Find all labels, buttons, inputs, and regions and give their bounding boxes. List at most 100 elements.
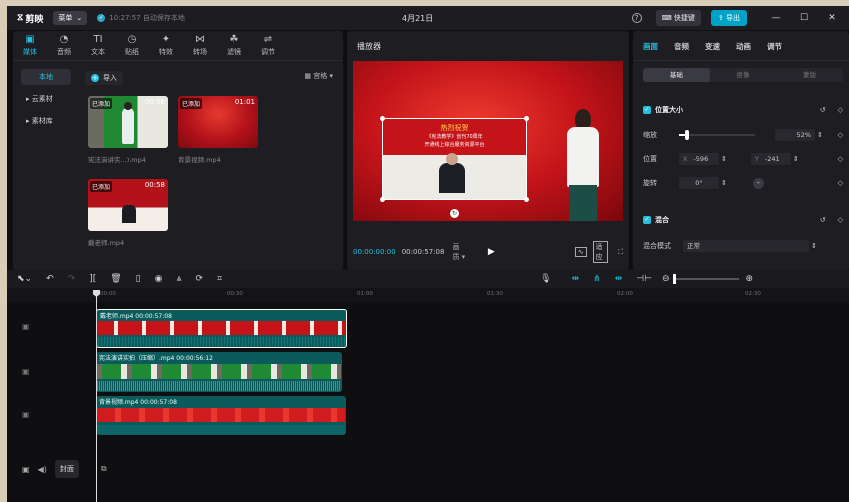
- linkage-icon[interactable]: ⇹: [615, 274, 623, 284]
- ruler-tick: 01:30: [487, 291, 503, 297]
- scale-slider-thumb[interactable]: [685, 130, 689, 140]
- shortcut-label: 快捷键: [673, 14, 695, 22]
- stepper-icon[interactable]: ⇕: [721, 155, 727, 163]
- sidebar-item-cloud[interactable]: ▸ 云素材: [21, 91, 71, 107]
- menu-button[interactable]: 菜单 ⌄: [53, 11, 88, 25]
- maximize-icon[interactable]: ☐: [793, 13, 815, 23]
- resize-handle[interactable]: [524, 116, 529, 121]
- overlay-clip[interactable]: 热烈祝贺 《宪法教学》创刊70周年 开通线上综合服务资源平台: [380, 116, 529, 202]
- keyframe-icon[interactable]: ◇: [838, 155, 843, 163]
- media-thumb-teacher[interactable]: 已添加 00:58: [88, 179, 168, 231]
- scale-value-field[interactable]: 52%: [775, 129, 815, 141]
- rotate-handle[interactable]: ↻: [450, 209, 459, 218]
- timeline-toolbar: ⬉⌄ ↶ ↷ ][ 🗑 ▯ ◉ ⩓ ⟳ ⌗ 🎙 ⇹ ⋔ ⇹ ⊣⊢ ⊖ ⊕: [7, 270, 849, 288]
- minimize-icon[interactable]: —: [765, 13, 787, 23]
- tab-animation[interactable]: 动画: [736, 41, 751, 60]
- link-icon[interactable]: ⇹: [572, 274, 580, 284]
- tab-speed[interactable]: 变速: [705, 41, 720, 60]
- tab-picture[interactable]: 画面: [643, 41, 658, 60]
- ratio-button[interactable]: 适应: [592, 241, 609, 263]
- pointer-icon[interactable]: ⬉⌄: [17, 274, 32, 284]
- tab-sticker[interactable]: ◷ 贴纸: [115, 31, 149, 60]
- stepper-icon[interactable]: ⇕: [817, 131, 823, 139]
- save-status: ✓ 10:27:57 自动保存本地: [97, 13, 185, 23]
- play-icon[interactable]: ▶: [488, 247, 495, 257]
- fullscreen-icon[interactable]: ⛶: [618, 248, 623, 257]
- export-icon: ⇪: [717, 14, 726, 22]
- tab-adjust-props[interactable]: 调节: [767, 41, 782, 60]
- timeline-clip-background[interactable]: 背景视频.mp4 00:00:57:08: [96, 396, 346, 435]
- tab-adjust[interactable]: ⇌ 调节: [251, 31, 285, 60]
- reverse-icon[interactable]: ◉: [155, 274, 163, 284]
- split-icon[interactable]: ][: [89, 274, 96, 284]
- shortcut-button[interactable]: ⌨ 快捷键: [655, 10, 701, 26]
- zoom-in-icon[interactable]: ⊕: [745, 274, 753, 284]
- tab-media[interactable]: ▣ 媒体: [13, 31, 47, 60]
- snap-icon[interactable]: ⋔: [593, 274, 601, 284]
- tab-audio[interactable]: ◔ 音频: [47, 31, 81, 60]
- y-field[interactable]: Y -241: [750, 153, 791, 165]
- tab-label: 贴纸: [125, 47, 139, 56]
- zoom-slider-thumb[interactable]: [673, 274, 677, 284]
- keyframe-icon[interactable]: ◇: [838, 179, 843, 187]
- media-thumb-speech[interactable]: 已添加 00:56: [88, 96, 168, 148]
- undo-icon[interactable]: ↶: [46, 274, 54, 284]
- mute-icon[interactable]: ◀): [38, 465, 47, 474]
- reset-icon[interactable]: ↺: [820, 106, 826, 114]
- cover-button[interactable]: 封面: [54, 460, 79, 478]
- timeline-clip-teacher[interactable]: 戴老师.mp4 00:00:57:08: [96, 309, 347, 348]
- rotation-dial-icon[interactable]: -: [752, 177, 764, 189]
- stepper-icon[interactable]: ⇕: [811, 242, 817, 250]
- keyframe-icon[interactable]: ◇: [838, 216, 843, 224]
- media-thumb-background[interactable]: 已添加 01:01: [178, 96, 258, 148]
- tab-effects[interactable]: ✦ 特效: [149, 31, 183, 60]
- tab-text[interactable]: TI 文本: [81, 31, 115, 60]
- freeze-icon[interactable]: ▯: [136, 274, 141, 284]
- quality-dropdown[interactable]: 画质 ▾: [452, 242, 465, 262]
- zoom-slider[interactable]: [673, 274, 740, 284]
- reset-icon[interactable]: ↺: [820, 216, 826, 224]
- import-button[interactable]: + 导入: [85, 71, 123, 85]
- blend-mode-select[interactable]: 正常: [683, 240, 809, 252]
- sidebar-item-library[interactable]: ▸ 素材库: [21, 113, 71, 129]
- waveform-icon[interactable]: ∿: [574, 247, 587, 257]
- video-preview[interactable]: 热烈祝贺 《宪法教学》创刊70周年 开通线上综合服务资源平台 ↻: [353, 61, 623, 221]
- blend-checkbox[interactable]: ✓: [643, 216, 651, 224]
- media-name: 戴老师.mp4: [88, 239, 125, 247]
- scale-slider[interactable]: [679, 130, 755, 140]
- tab-audio-props[interactable]: 音频: [674, 41, 689, 60]
- redo-icon[interactable]: ↷: [68, 274, 76, 284]
- delete-icon[interactable]: 🗑: [110, 274, 121, 284]
- preview-axis-icon[interactable]: ⊣⊢: [636, 274, 652, 284]
- keyframe-icon[interactable]: ◇: [838, 106, 843, 114]
- timeline-clip-speech[interactable]: 宪法演讲实拍（压缩）.mp4 00:00:56:12: [96, 352, 342, 392]
- x-field[interactable]: X -596: [679, 153, 719, 165]
- zoom-out-icon[interactable]: ⊖: [662, 274, 670, 284]
- keyframe-icon[interactable]: ◇: [838, 131, 843, 139]
- position-size-checkbox[interactable]: ✓: [643, 106, 651, 114]
- stepper-icon[interactable]: ⇕: [721, 179, 727, 187]
- close-icon[interactable]: ✕: [821, 13, 843, 23]
- timeline-ruler[interactable]: 00:00 00:30 01:00 01:30 02:00 02:30: [7, 288, 849, 302]
- subtab-basic[interactable]: 基础: [643, 68, 710, 82]
- rotation-field[interactable]: 0°: [679, 177, 719, 189]
- help-icon[interactable]: ?: [631, 13, 642, 23]
- tab-filters[interactable]: ☘ 滤镜: [217, 31, 251, 60]
- import-row: + 导入: [85, 71, 123, 85]
- export-button[interactable]: ⇪ 导出: [710, 10, 747, 26]
- microphone-icon[interactable]: 🎙: [540, 274, 551, 284]
- resize-handle[interactable]: [380, 116, 385, 121]
- mirror-icon[interactable]: ⩓: [176, 274, 181, 284]
- subtab-keying[interactable]: 抠像: [710, 68, 777, 82]
- slide-line2: 开通线上综合服务资源平台: [424, 142, 485, 148]
- tab-transitions[interactable]: ⋈ 转场: [183, 31, 217, 60]
- crop-icon[interactable]: ⌗: [217, 274, 222, 284]
- resize-handle[interactable]: [380, 197, 385, 202]
- rotate-icon[interactable]: ⟳: [196, 274, 204, 284]
- subtab-mask[interactable]: 蒙版: [776, 68, 843, 82]
- stepper-icon[interactable]: ⇕: [793, 155, 799, 163]
- playhead[interactable]: [96, 290, 97, 502]
- view-mode-dropdown[interactable]: ▦ 宫格 ▾: [304, 71, 333, 81]
- sidebar-item-local[interactable]: 本地: [21, 69, 71, 85]
- resize-handle[interactable]: [524, 197, 529, 202]
